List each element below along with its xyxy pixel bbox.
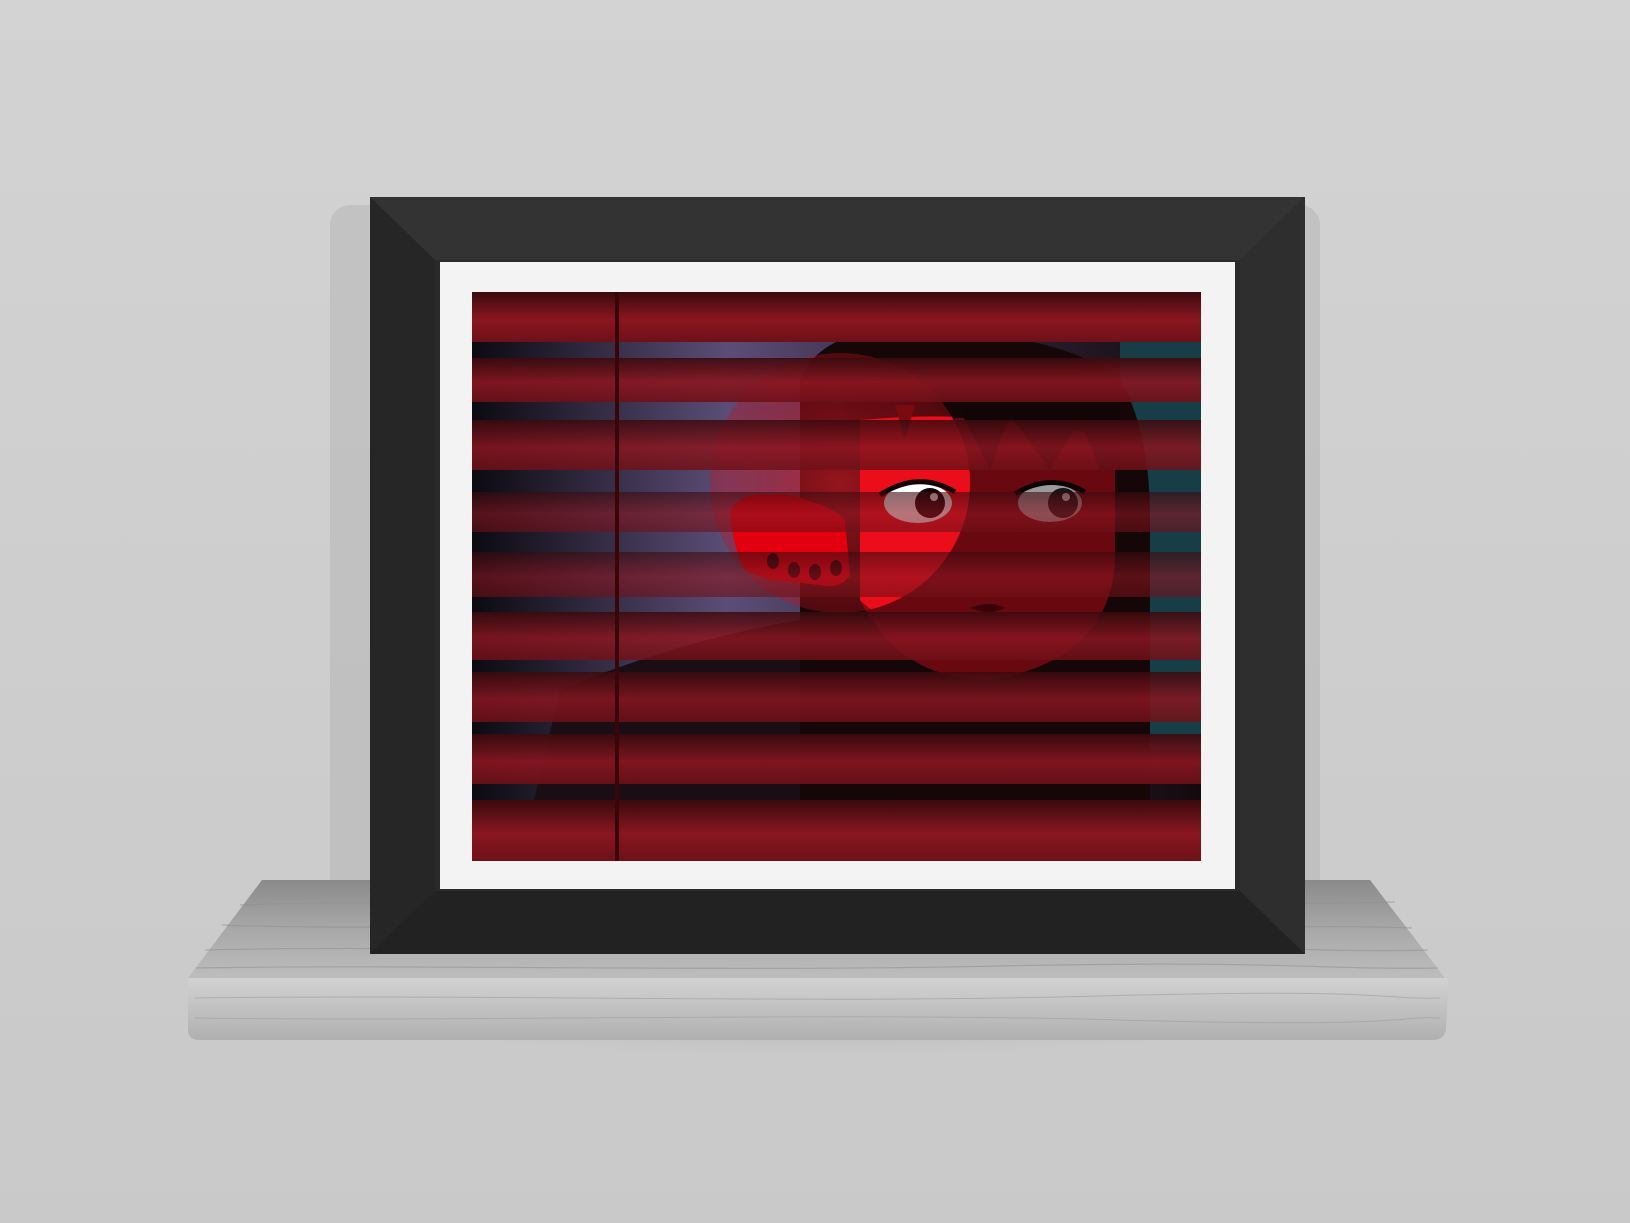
frame-bevel-bottom xyxy=(370,891,1305,954)
window-blinds xyxy=(472,292,1201,861)
framed-art-scene xyxy=(0,0,1630,1223)
artwork xyxy=(472,292,1201,861)
shelf-front xyxy=(188,978,1449,1040)
frame-bevel-top xyxy=(370,197,1305,260)
frame-bevel-left xyxy=(370,197,435,954)
frame-bevel-right xyxy=(1240,197,1305,954)
